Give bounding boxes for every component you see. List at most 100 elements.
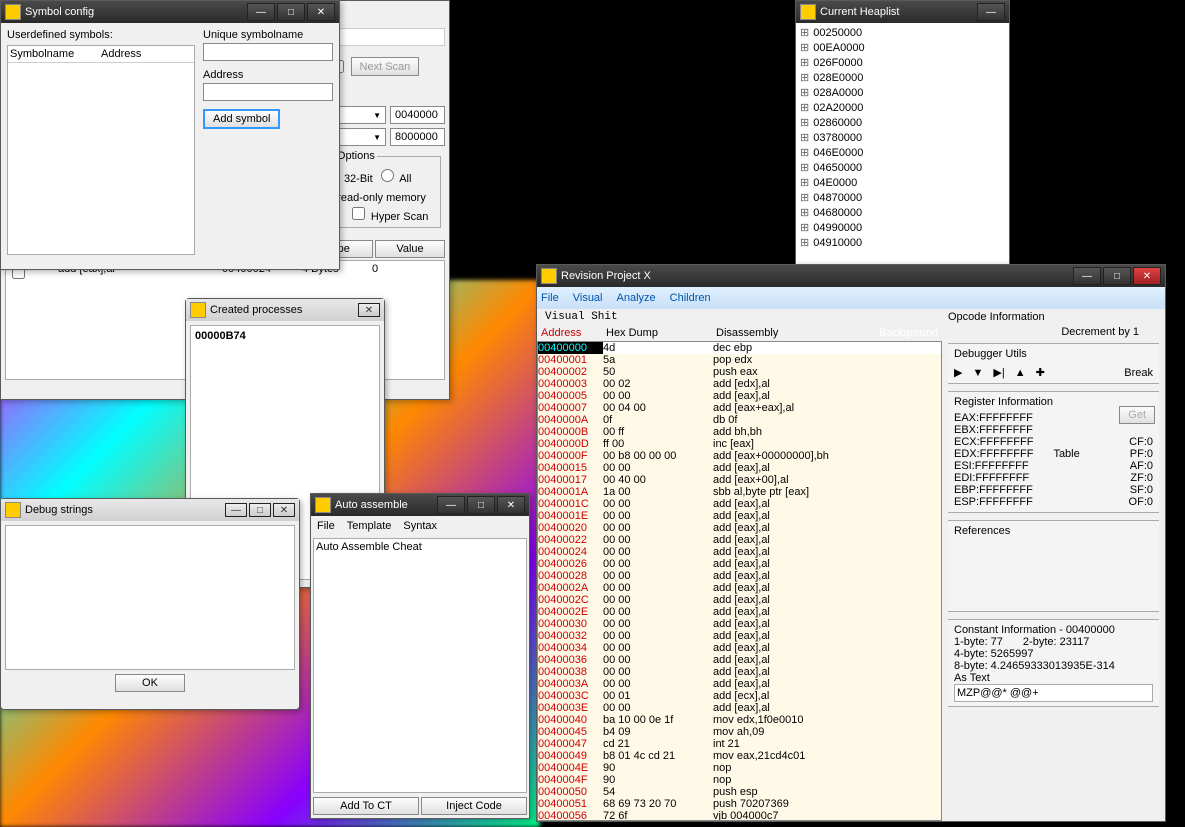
disasm-row[interactable]: 0040002400 00add [eax],al bbox=[538, 546, 941, 558]
heaplist-body[interactable]: 0025000000EA0000026F0000028E0000028A0000… bbox=[796, 23, 1009, 267]
disasm-row[interactable]: 0040002000 00add [eax],al bbox=[538, 522, 941, 534]
check-hyperscan[interactable]: Hyper Scan bbox=[348, 211, 429, 223]
disasm-row[interactable]: 0040004F90nop bbox=[538, 774, 941, 786]
disasm-row[interactable]: 0040001A1a 00sbb al,byte ptr [eax] bbox=[538, 486, 941, 498]
value1-input[interactable] bbox=[390, 106, 445, 124]
disasm-row[interactable]: 0040002C00 00add [eax],al bbox=[538, 594, 941, 606]
disasm-row[interactable]: 0040000A0fdb 0f bbox=[538, 414, 941, 426]
minimize-button[interactable]: — bbox=[1073, 267, 1101, 285]
disasm-row[interactable]: 0040005168 69 73 20 70push 70207369 bbox=[538, 798, 941, 810]
maximize-button[interactable]: □ bbox=[1103, 267, 1131, 285]
close-button[interactable]: ✕ bbox=[1133, 267, 1161, 285]
symbol-titlebar[interactable]: Symbol config — □ ✕ bbox=[1, 1, 339, 23]
disasm-row[interactable]: 0040003C00 01add [ecx],al bbox=[538, 690, 941, 702]
heap-item[interactable]: 02860000 bbox=[798, 115, 1007, 130]
disasm-row[interactable]: 0040000Dff 00inc [eax] bbox=[538, 438, 941, 450]
process-item[interactable]: 00000B74 bbox=[195, 330, 246, 342]
step-over-icon[interactable]: ▶| bbox=[993, 366, 1004, 379]
disasm-row[interactable]: 0040000B00 ffadd bh,bh bbox=[538, 426, 941, 438]
created-titlebar[interactable]: Created processes ✕ bbox=[186, 299, 384, 321]
disasm-row[interactable]: 0040003A00 00add [eax],al bbox=[538, 678, 941, 690]
step-down-icon[interactable]: ▼ bbox=[972, 367, 983, 379]
disasm-row[interactable]: 0040003E00 00add [eax],al bbox=[538, 702, 941, 714]
plus-icon[interactable]: ✚ bbox=[1036, 366, 1045, 379]
rev-menu-analyze[interactable]: Analyze bbox=[617, 292, 656, 304]
heap-item[interactable]: 028A0000 bbox=[798, 85, 1007, 100]
disasm-row[interactable]: 0040003000 00add [eax],al bbox=[538, 618, 941, 630]
disasm-row[interactable]: 0040001700 40 00add [eax+00],al bbox=[538, 474, 941, 486]
disasm-row[interactable]: 004000015apop edx bbox=[538, 354, 941, 366]
auto-text-area[interactable]: Auto Assemble Cheat bbox=[313, 538, 527, 793]
disasm-row[interactable]: 00400047cd 21int 21 bbox=[538, 738, 941, 750]
maximize-button[interactable]: □ bbox=[277, 3, 305, 21]
heap-item[interactable]: 03780000 bbox=[798, 130, 1007, 145]
disasm-row[interactable]: 00400040ba 10 00 0e 1fmov edx,1f0e0010 bbox=[538, 714, 941, 726]
heap-item[interactable]: 04680000 bbox=[798, 205, 1007, 220]
break-button[interactable]: Break bbox=[1124, 367, 1153, 379]
minimize-button[interactable]: — bbox=[437, 496, 465, 514]
heap-item[interactable]: 02A20000 bbox=[798, 100, 1007, 115]
disasm-row[interactable]: 0040002200 00add [eax],al bbox=[538, 534, 941, 546]
disasm-row[interactable]: 0040002A00 00add [eax],al bbox=[538, 582, 941, 594]
disassembly-view[interactable]: 004000004ddec ebp004000015apop edx004000… bbox=[537, 341, 942, 821]
get-button[interactable]: Get bbox=[1119, 406, 1155, 424]
heap-item[interactable]: 04990000 bbox=[798, 220, 1007, 235]
disasm-row[interactable]: 0040005672 6fvjb 004000c7 bbox=[538, 810, 941, 821]
heap-item[interactable]: 00EA0000 bbox=[798, 40, 1007, 55]
radio-all[interactable]: All bbox=[376, 173, 412, 185]
col-val[interactable]: Value bbox=[375, 240, 445, 258]
value2-input[interactable] bbox=[390, 128, 445, 146]
close-button[interactable]: ✕ bbox=[497, 496, 525, 514]
auto-menu-syntax[interactable]: Syntax bbox=[403, 520, 437, 532]
revision-titlebar[interactable]: Revision Project X — □ ✕ bbox=[537, 265, 1165, 287]
add-to-ct-button[interactable]: Add To CT bbox=[313, 797, 419, 815]
heap-item[interactable]: 00250000 bbox=[798, 25, 1007, 40]
close-button[interactable]: ✕ bbox=[307, 3, 335, 21]
disasm-row[interactable]: 0040000F00 b8 00 00 00add [eax+00000000]… bbox=[538, 450, 941, 462]
inject-code-button[interactable]: Inject Code bbox=[421, 797, 527, 815]
maximize-button[interactable]: □ bbox=[249, 503, 271, 517]
rev-menu-children[interactable]: Children bbox=[670, 292, 711, 304]
heap-item[interactable]: 04910000 bbox=[798, 235, 1007, 250]
minimize-button[interactable]: — bbox=[225, 503, 247, 517]
heaplist-titlebar[interactable]: Current Heaplist — bbox=[796, 1, 1009, 23]
auto-titlebar[interactable]: Auto assemble — □ ✕ bbox=[311, 494, 529, 516]
play-icon[interactable]: ▶ bbox=[954, 366, 962, 379]
eject-icon[interactable]: ▲ bbox=[1015, 367, 1026, 379]
disasm-row[interactable]: 00400045b4 09mov ah,09 bbox=[538, 726, 941, 738]
disasm-row[interactable]: 0040003400 00add [eax],al bbox=[538, 642, 941, 654]
auto-menu-file[interactable]: File bbox=[317, 520, 335, 532]
close-button[interactable]: ✕ bbox=[358, 303, 380, 317]
disasm-row[interactable]: 0040001500 00add [eax],al bbox=[538, 462, 941, 474]
rev-menu-visual[interactable]: Visual bbox=[573, 292, 603, 304]
disasm-row[interactable]: 0040002E00 00add [eax],al bbox=[538, 606, 941, 618]
disasm-row[interactable]: 0040000700 04 00add [eax+eax],al bbox=[538, 402, 941, 414]
disasm-row[interactable]: 00400049b8 01 4c cd 21mov eax,21cd4c01 bbox=[538, 750, 941, 762]
disasm-row[interactable]: 004000004ddec ebp bbox=[538, 342, 941, 354]
disasm-row[interactable]: 0040000500 00add [eax],al bbox=[538, 390, 941, 402]
heap-item[interactable]: 04E0000 bbox=[798, 175, 1007, 190]
address-input[interactable] bbox=[203, 83, 333, 101]
heap-item[interactable]: 04650000 bbox=[798, 160, 1007, 175]
heap-item[interactable]: 046E0000 bbox=[798, 145, 1007, 160]
heap-item[interactable]: 04870000 bbox=[798, 190, 1007, 205]
add-symbol-button[interactable]: Add symbol bbox=[203, 109, 280, 129]
disasm-row[interactable]: 0040003200 00add [eax],al bbox=[538, 630, 941, 642]
rev-menu-file[interactable]: File bbox=[541, 292, 559, 304]
maximize-button[interactable]: □ bbox=[467, 496, 495, 514]
minimize-button[interactable]: — bbox=[977, 3, 1005, 21]
disasm-row[interactable]: 0040002600 00add [eax],al bbox=[538, 558, 941, 570]
disasm-row[interactable]: 0040004E90nop bbox=[538, 762, 941, 774]
debug-titlebar[interactable]: Debug strings — □ ✕ bbox=[1, 499, 299, 521]
ok-button[interactable]: OK bbox=[115, 674, 185, 692]
disasm-row[interactable]: 0040001E00 00add [eax],al bbox=[538, 510, 941, 522]
disasm-row[interactable]: 0040003600 00add [eax],al bbox=[538, 654, 941, 666]
disasm-row[interactable]: 0040000250push eax bbox=[538, 366, 941, 378]
symbolname-input[interactable] bbox=[203, 43, 333, 61]
auto-menu-template[interactable]: Template bbox=[347, 520, 392, 532]
disasm-row[interactable]: 0040001C00 00add [eax],al bbox=[538, 498, 941, 510]
heap-item[interactable]: 026F0000 bbox=[798, 55, 1007, 70]
disasm-row[interactable]: 0040005054push esp bbox=[538, 786, 941, 798]
heap-item[interactable]: 028E0000 bbox=[798, 70, 1007, 85]
disasm-row[interactable]: 0040003800 00add [eax],al bbox=[538, 666, 941, 678]
